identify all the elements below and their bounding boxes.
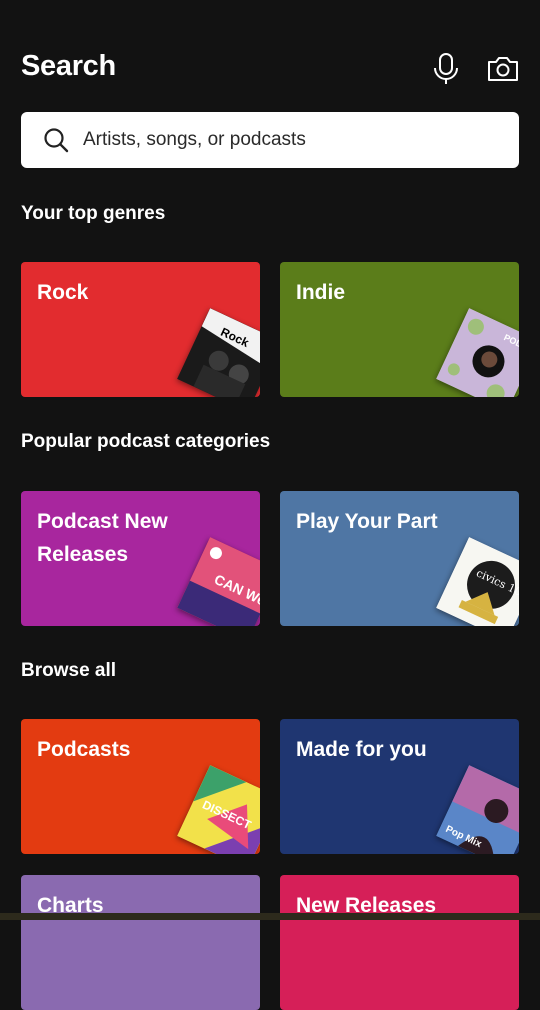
category-card-podcast-new-releases[interactable]: Podcast New Releases CAN We Be FRIENDS: [21, 491, 260, 626]
card-label: Podcast New Releases: [37, 510, 168, 566]
search-input[interactable]: Artists, songs, or podcasts: [21, 112, 519, 168]
card-artwork: Rock: [177, 308, 260, 397]
card-artwork: Pop Mix: [436, 765, 519, 854]
browse-card-podcasts[interactable]: Podcasts DISSECT: [21, 719, 260, 854]
card-label: Made for you: [296, 738, 427, 761]
card-label: Podcasts: [37, 738, 131, 761]
bottom-bar-edge: [0, 913, 540, 920]
card-artwork: DISSECT: [177, 765, 260, 854]
card-label: Play Your Part: [296, 510, 438, 533]
page-title: Search: [21, 50, 116, 82]
microphone-icon[interactable]: [430, 52, 462, 86]
card-artwork: CAN We Be FRIENDS: [177, 537, 260, 626]
card-label: Indie: [296, 281, 346, 304]
section-title-podcast-categories: Popular podcast categories: [21, 431, 271, 452]
browse-card-new-releases[interactable]: New Releases: [280, 875, 519, 1010]
card-label: Rock: [37, 281, 89, 304]
search-placeholder: Artists, songs, or podcasts: [83, 129, 306, 150]
browse-card-charts[interactable]: Charts: [21, 875, 260, 1010]
camera-icon[interactable]: [486, 55, 520, 83]
search-icon: [44, 128, 69, 153]
section-title-top-genres: Your top genres: [21, 203, 166, 224]
category-card-play-your-part[interactable]: Play Your Part civics 101: [280, 491, 519, 626]
browse-card-made-for-you[interactable]: Made for you Pop Mix: [280, 719, 519, 854]
card-artwork: POLL: [436, 308, 519, 397]
card-artwork: civics 101: [436, 537, 519, 626]
section-title-browse-all: Browse all: [21, 660, 117, 681]
genre-card-rock[interactable]: Rock Rock: [21, 262, 260, 397]
genre-card-indie[interactable]: Indie POLL: [280, 262, 519, 397]
